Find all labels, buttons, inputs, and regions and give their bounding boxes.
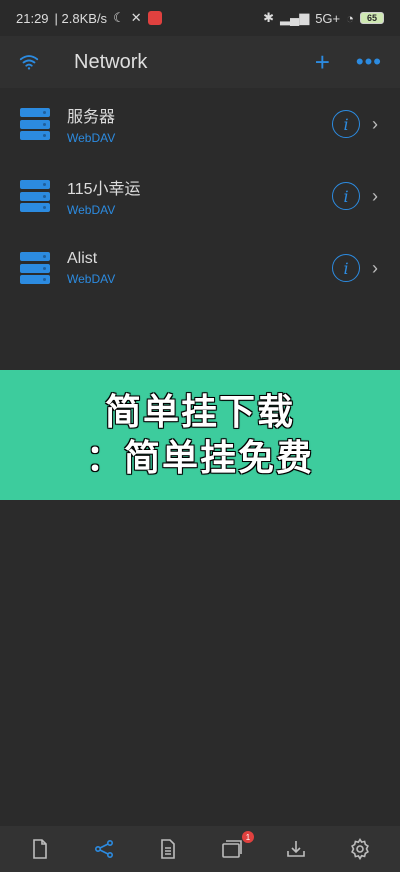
info-icon[interactable]: i [332, 182, 360, 210]
battery-icon: 65 [360, 12, 384, 24]
signal-icon: ▂▄▆ [279, 10, 310, 25]
appbar-actions: + ••• [315, 49, 382, 75]
server-type: WebDAV [67, 131, 116, 145]
server-row[interactable]: 服务器 WebDAV i › [0, 88, 400, 160]
moon-icon: ☾ [113, 10, 125, 25]
file-icon [33, 839, 47, 859]
server-row[interactable]: Alist WebDAV i › [0, 232, 400, 304]
network-type: 5G+ [315, 10, 341, 26]
server-list: 服务器 WebDAV i › 115小幸运 WebDAV i › Alist W… [0, 88, 400, 304]
status-left: 21:29 | 2.8KB/s ☾ ✕ [16, 10, 162, 26]
add-icon[interactable]: + [315, 49, 330, 75]
overlay-banner: 简单挂下载 ：简单挂免费 [0, 370, 400, 500]
server-name: 115小幸运 [67, 181, 141, 198]
app-bar: Network + ••• [0, 36, 400, 88]
bottom-nav: 1 [0, 826, 400, 872]
wifi-icon [19, 55, 39, 70]
server-type: WebDAV [67, 272, 116, 286]
settings-gear-icon [351, 837, 369, 861]
more-options-icon[interactable]: ••• [356, 51, 382, 73]
server-name: Alist [67, 250, 98, 267]
server-text: 115小幸运 WebDAV [67, 175, 332, 217]
server-text: Alist WebDAV [67, 250, 332, 286]
tab-network[interactable] [84, 829, 124, 869]
windows-icon [222, 840, 242, 858]
tab-documents[interactable] [148, 829, 188, 869]
tab-settings[interactable] [340, 829, 380, 869]
status-time: 21:29 [16, 10, 49, 26]
server-icon [20, 252, 50, 284]
app-notification-icon [147, 11, 162, 25]
bluetooth-icon: ✱ [263, 10, 274, 25]
chevron-right-icon[interactable]: › [372, 114, 382, 135]
page-title: Network [74, 50, 148, 73]
mute-icon: ✕ [130, 10, 142, 25]
document-icon [161, 839, 175, 859]
status-speed: | 2.8KB/s [54, 10, 108, 26]
info-icon[interactable]: i [332, 254, 360, 282]
server-text: 服务器 WebDAV [67, 103, 332, 145]
share-network-icon [94, 839, 114, 859]
status-bar: 21:29 | 2.8KB/s ☾ ✕ ✱ ▂▄▆ 5G+ ◔ 65 [0, 0, 400, 36]
banner-line-2: ：简单挂免费 [85, 437, 314, 478]
server-type: WebDAV [67, 203, 116, 217]
info-icon[interactable]: i [332, 110, 360, 138]
tab-downloads[interactable] [276, 829, 316, 869]
server-icon [20, 108, 50, 140]
server-row[interactable]: 115小幸运 WebDAV i › [0, 160, 400, 232]
server-name: 服务器 [67, 109, 116, 126]
wifi-status-icon: ◔ [346, 10, 354, 26]
chevron-right-icon[interactable]: › [372, 258, 382, 279]
status-right: ✱ ▂▄▆ 5G+ ◔ 65 [263, 10, 384, 26]
banner-line-1: 简单挂下载 [104, 391, 295, 432]
server-icon [20, 180, 50, 212]
tab-files[interactable] [20, 829, 60, 869]
download-icon [287, 841, 305, 857]
tab-windows[interactable]: 1 [212, 829, 254, 869]
chevron-right-icon[interactable]: › [372, 186, 382, 207]
tab-badge: 1 [242, 831, 254, 843]
